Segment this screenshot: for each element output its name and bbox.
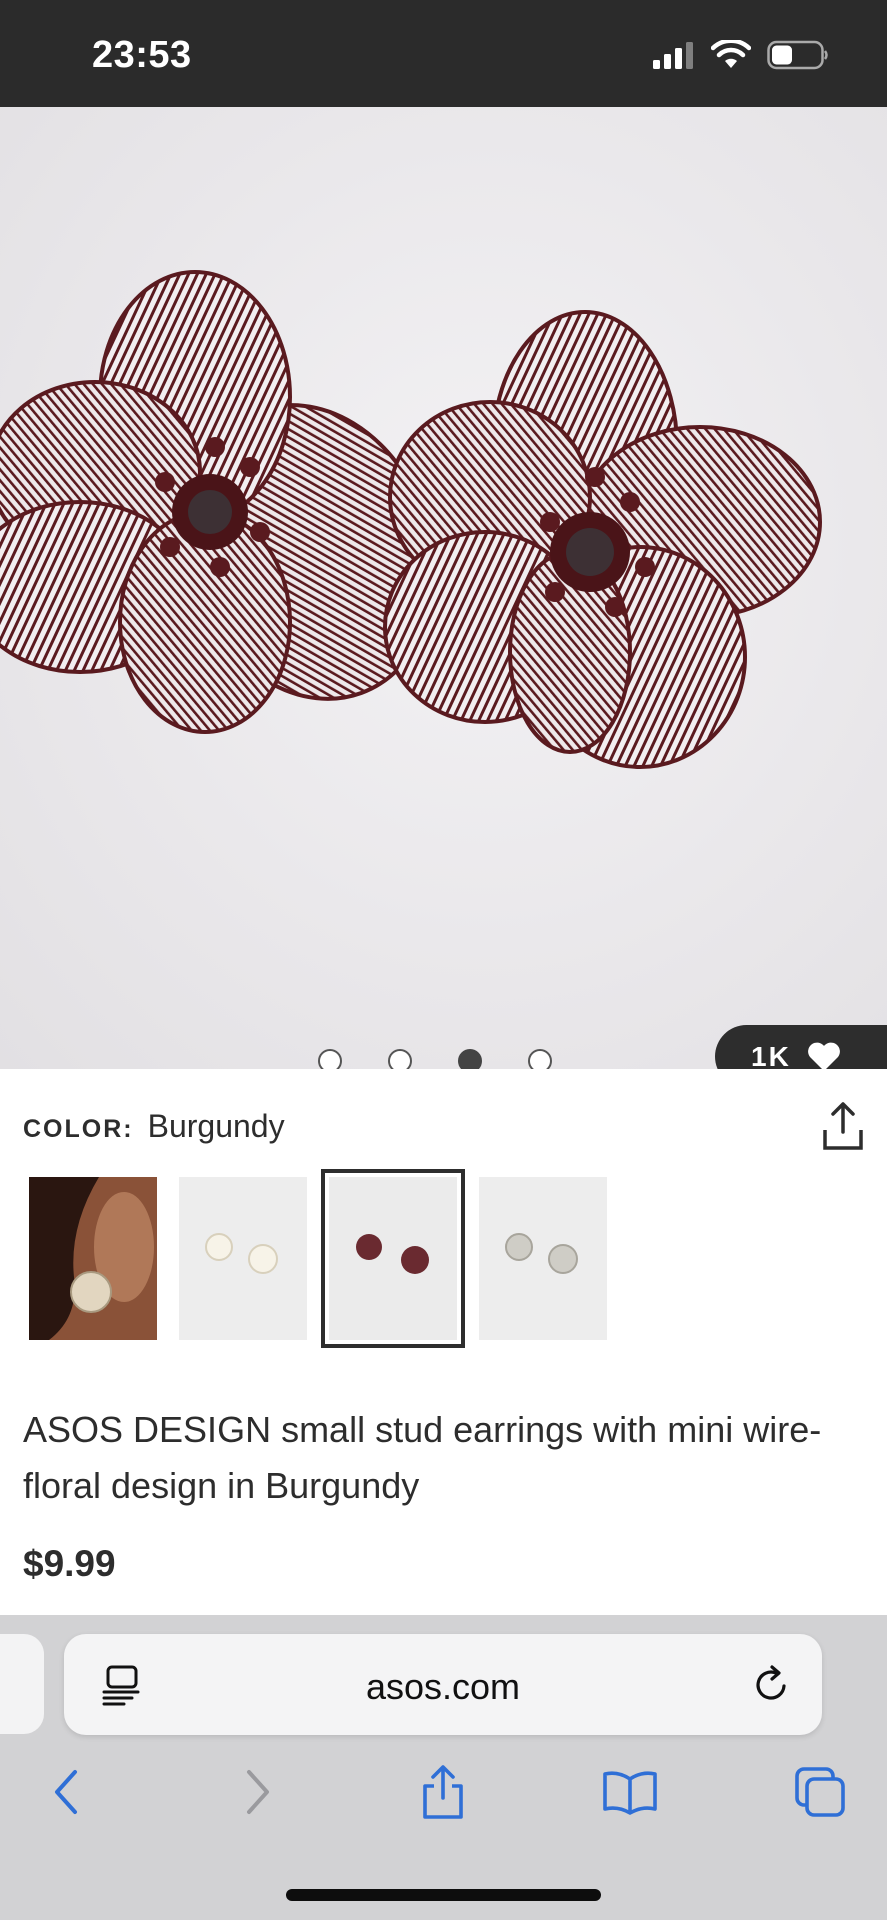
home-indicator[interactable] <box>286 1889 601 1901</box>
address-bar[interactable]: asos.com <box>64 1634 822 1735</box>
forward-icon <box>247 1770 269 1814</box>
status-icons <box>651 40 829 70</box>
signal-icon <box>653 42 693 69</box>
heart-icon <box>807 1042 840 1069</box>
color-swatches <box>29 1169 607 1348</box>
previous-tab-edge[interactable] <box>0 1634 44 1734</box>
product-image[interactable]: 1K <box>0 107 887 1069</box>
earrings-photo <box>0 270 822 769</box>
color-value: Burgundy <box>147 1108 285 1144</box>
product-price: $9.99 <box>23 1543 116 1584</box>
silver-earrings-thumbnail <box>479 1177 607 1340</box>
burgundy-earrings-thumbnail <box>329 1177 457 1340</box>
save-for-later-button[interactable]: 1K <box>715 1025 887 1069</box>
pagination-dot[interactable] <box>388 1049 412 1069</box>
swatch-model-ear[interactable] <box>29 1177 157 1340</box>
share-icon <box>423 1765 463 1819</box>
tabs-button[interactable] <box>790 1762 850 1822</box>
forward-button[interactable] <box>228 1762 288 1822</box>
pagination-dot-active[interactable] <box>458 1049 482 1069</box>
swatch-silver[interactable] <box>479 1177 607 1340</box>
status-bar: 23:53 <box>0 0 887 107</box>
likes-count: 1K <box>751 1040 791 1070</box>
share-icon <box>823 1102 863 1150</box>
tabs-icon <box>795 1767 845 1817</box>
browser-share-button[interactable] <box>413 1762 473 1822</box>
model-ear-thumbnail <box>29 1177 157 1340</box>
color-label: COLOR: <box>23 1115 134 1143</box>
wifi-icon <box>711 40 751 68</box>
back-button[interactable] <box>36 1762 96 1822</box>
color-selector-label: COLOR: Burgundy <box>23 1108 285 1145</box>
reload-icon[interactable] <box>752 1662 792 1706</box>
share-product-button[interactable] <box>821 1100 865 1152</box>
bookmarks-button[interactable] <box>600 1762 660 1822</box>
product-title: ASOS DESIGN small stud earrings with min… <box>23 1409 822 1506</box>
bookmarks-icon <box>603 1771 657 1815</box>
gallery-pagination <box>318 1049 552 1069</box>
pagination-dot[interactable] <box>528 1049 552 1069</box>
pagination-dot[interactable] <box>318 1049 342 1069</box>
swatch-burgundy[interactable] <box>321 1169 465 1348</box>
swatch-cream[interactable] <box>179 1177 307 1340</box>
status-time: 23:53 <box>92 34 192 76</box>
url-text: asos.com <box>365 1666 521 1707</box>
battery-icon <box>767 40 828 70</box>
cream-earrings-thumbnail <box>179 1177 307 1340</box>
back-icon <box>55 1770 77 1814</box>
